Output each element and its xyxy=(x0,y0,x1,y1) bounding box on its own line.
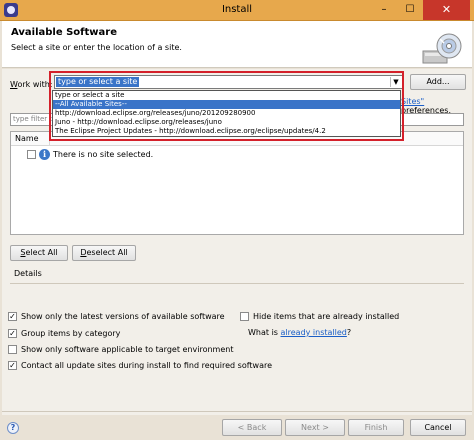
page-subtitle: Select a site or enter the location of a… xyxy=(11,43,182,52)
finish-button[interactable]: Finish xyxy=(348,419,404,436)
show-applicable-checkbox[interactable] xyxy=(8,345,17,354)
dropdown-item[interactable]: type or select a site xyxy=(53,91,400,100)
column-name[interactable]: Name xyxy=(15,134,39,143)
show-latest-label: Show only the latest versions of availab… xyxy=(21,312,225,321)
chevron-down-icon[interactable]: ▼ xyxy=(390,77,401,87)
already-installed-link[interactable]: already installed xyxy=(281,328,347,337)
work-with-label: Work with: xyxy=(10,80,53,89)
dropdown-item[interactable]: Juno - http://download.eclipse.org/relea… xyxy=(53,118,400,127)
work-with-dropdown[interactable]: type or select a site --All Available Si… xyxy=(52,90,401,137)
contact-sites-checkbox[interactable]: ✓ xyxy=(8,361,17,370)
row-checkbox[interactable] xyxy=(27,150,36,159)
column-divider[interactable] xyxy=(49,132,50,145)
page-title: Available Software xyxy=(11,27,118,38)
next-button[interactable]: Next > xyxy=(285,419,345,436)
info-icon: i xyxy=(39,149,50,160)
title-bar: Install – ☐ ✕ xyxy=(0,0,474,21)
hide-installed-checkbox[interactable] xyxy=(240,312,249,321)
group-by-category-label: Group items by category xyxy=(21,329,121,338)
what-is-installed-text: What is already installed? xyxy=(248,328,352,337)
wizard-header: Available Software Select a site or ente… xyxy=(2,21,472,68)
cancel-button[interactable]: Cancel xyxy=(410,419,466,436)
details-label: Details xyxy=(14,269,42,278)
show-applicable-label: Show only software applicable to target … xyxy=(21,345,234,354)
show-latest-checkbox[interactable]: ✓ xyxy=(8,312,17,321)
install-cd-icon xyxy=(422,33,462,64)
contact-sites-label: Contact all update sites during install … xyxy=(21,361,273,370)
hide-installed-label: Hide items that are already installed xyxy=(253,312,400,321)
group-by-category-checkbox[interactable]: ✓ xyxy=(8,329,17,338)
help-icon[interactable]: ? xyxy=(7,422,19,434)
minimize-button[interactable]: – xyxy=(371,0,397,20)
available-sites-link[interactable]: Sites" xyxy=(401,97,424,106)
work-with-value[interactable]: type or select a site xyxy=(56,77,140,87)
footer-separator xyxy=(2,411,472,412)
dropdown-item-selected[interactable]: --All Available Sites-- xyxy=(53,100,400,109)
work-with-combo[interactable]: type or select a site ▼ xyxy=(54,75,403,89)
empty-message: There is no site selected. xyxy=(53,150,154,159)
back-button[interactable]: < Back xyxy=(222,419,282,436)
add-button[interactable]: Add... xyxy=(410,74,466,90)
maximize-button[interactable]: ☐ xyxy=(397,0,423,20)
details-separator xyxy=(10,283,464,284)
close-button[interactable]: ✕ xyxy=(423,0,470,20)
dropdown-item[interactable]: The Eclipse Project Updates - http://dow… xyxy=(53,127,400,136)
software-tree[interactable]: Name i There is no site selected. xyxy=(10,131,464,235)
select-all-button[interactable]: Select All xyxy=(10,245,68,261)
deselect-all-button[interactable]: Deselect All xyxy=(72,245,136,261)
dropdown-item[interactable]: http://download.eclipse.org/releases/jun… xyxy=(53,109,400,118)
